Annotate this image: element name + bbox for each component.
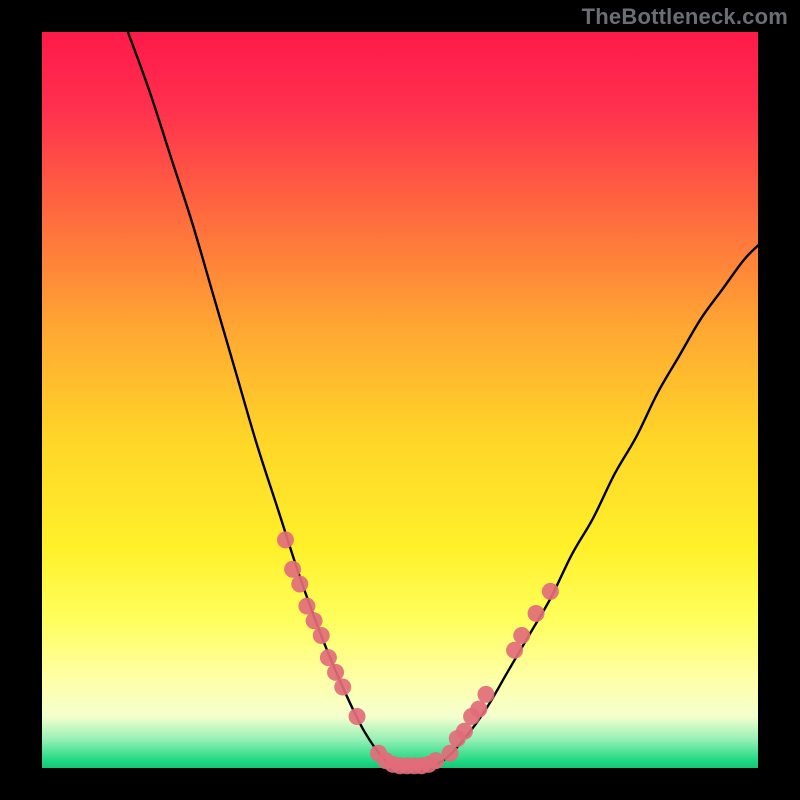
- data-dot-left: [277, 531, 294, 548]
- data-dot-left: [298, 598, 315, 615]
- data-dot-left: [284, 561, 301, 578]
- data-dot-left: [349, 708, 366, 725]
- data-dot-right: [506, 642, 523, 659]
- data-dot-right: [442, 745, 459, 762]
- data-dot-right: [477, 686, 494, 703]
- bottom-black-strip: [42, 772, 758, 800]
- data-dot-left: [327, 664, 344, 681]
- data-dot-left: [306, 612, 323, 629]
- data-dot-right: [528, 605, 545, 622]
- watermark-text: TheBottleneck.com: [582, 4, 788, 30]
- data-dot-left: [291, 576, 308, 593]
- data-dot-right: [470, 701, 487, 718]
- data-dot-right: [542, 583, 559, 600]
- data-dot-right: [456, 723, 473, 740]
- data-dot-left: [320, 649, 337, 666]
- data-dot-left: [313, 627, 330, 644]
- gradient-background: [42, 32, 758, 768]
- data-dot-left: [334, 679, 351, 696]
- chart-frame: TheBottleneck.com: [0, 0, 800, 800]
- data-dot-right: [513, 627, 530, 644]
- plot-area: [42, 32, 758, 800]
- bottleneck-chart: [0, 0, 800, 800]
